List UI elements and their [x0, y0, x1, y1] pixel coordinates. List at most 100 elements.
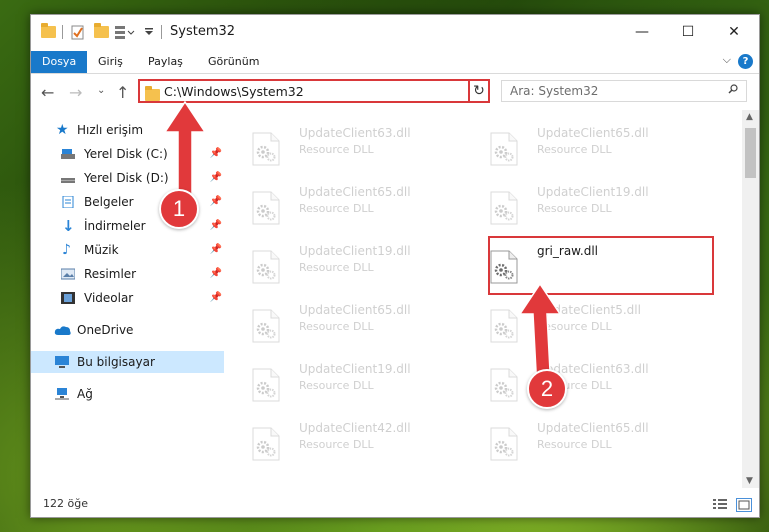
file-description: Resource DLL [299, 438, 374, 451]
network-icon [55, 388, 69, 400]
details-view-icon[interactable] [713, 498, 727, 510]
customize-toolbar-icon[interactable] [114, 24, 136, 40]
star-icon: ★ [56, 122, 69, 138]
pin-icon[interactable]: 📌 [210, 287, 222, 309]
cloud-icon [54, 326, 71, 335]
sidebar-item-network[interactable]: Ağ [31, 383, 224, 405]
sidebar-item-label: OneDrive [77, 323, 134, 337]
file-item[interactable]: UpdateClient65.dll Resource DLL [465, 421, 685, 469]
pin-icon[interactable]: 📌 [210, 215, 222, 237]
file-name: UpdateClient19.dll [299, 362, 411, 376]
file-name: UpdateClient65.dll [299, 185, 411, 199]
file-item[interactable]: UpdateClient65.dll Resource DLL [227, 185, 447, 233]
file-item[interactable]: UpdateClient65.dll Resource DLL [465, 126, 685, 174]
file-name: UpdateClient63.dll [299, 126, 411, 140]
search-input[interactable]: Ara: System32 [501, 80, 747, 102]
dll-file-icon [252, 368, 280, 402]
file-name: UpdateClient65.dll [537, 126, 649, 140]
file-description: Resource DLL [299, 379, 374, 392]
help-icon[interactable]: ? [738, 54, 753, 69]
recent-locations-icon[interactable]: ⌄ [97, 85, 105, 96]
sidebar-item-label: Hızlı erişim [77, 123, 144, 137]
divider [62, 25, 63, 39]
forward-icon[interactable]: → [69, 83, 82, 102]
file-item[interactable]: UpdateClient65.dll Resource DLL [227, 303, 447, 351]
file-item[interactable]: UpdateClient19.dll Resource DLL [465, 185, 685, 233]
music-icon: ♪ [62, 242, 71, 258]
dll-file-icon [252, 132, 280, 166]
vertical-scrollbar[interactable]: ▲ ▼ [742, 110, 759, 488]
sidebar-item-label: Videolar [84, 291, 134, 305]
file-description: Resource DLL [537, 202, 612, 215]
file-description: Resource DLL [537, 143, 612, 156]
tab-share[interactable]: Paylaş [137, 51, 194, 73]
file-name: UpdateClient65.dll [537, 421, 649, 435]
folder-icon [41, 23, 56, 38]
sidebar-item-label: Resimler [84, 267, 137, 281]
file-name: UpdateClient42.dll [299, 421, 411, 435]
file-description: Resource DLL [299, 202, 374, 215]
tiles-view-icon[interactable] [736, 498, 752, 512]
file-item[interactable]: UpdateClient63.dll Resource DLL [465, 362, 685, 410]
file-description: Resource DLL [299, 261, 374, 274]
item-count: 122 öğe [43, 497, 88, 510]
sidebar-item-label: Müzik [84, 243, 119, 257]
scroll-down-icon[interactable]: ▼ [746, 476, 753, 486]
pin-icon[interactable]: 📌 [210, 143, 222, 165]
sidebar-item-label: Yerel Disk (D:) [84, 171, 169, 185]
dropdown-icon[interactable] [144, 27, 154, 43]
window-title: System32 [170, 24, 236, 39]
sidebar-item-label: Yerel Disk (C:) [84, 147, 168, 161]
tab-home[interactable]: Giriş [87, 51, 134, 73]
dll-file-icon [252, 427, 280, 461]
dll-file-icon [252, 191, 280, 225]
documents-icon [62, 196, 74, 208]
address-path[interactable]: C:\Windows\System32 [164, 84, 304, 99]
file-item[interactable]: UpdateClient19.dll Resource DLL [227, 244, 447, 292]
pin-icon[interactable]: 📌 [210, 239, 222, 261]
dll-file-icon [490, 427, 518, 461]
scrollbar-thumb[interactable] [745, 128, 756, 178]
pin-icon[interactable]: 📌 [210, 167, 222, 189]
sidebar-item-onedrive[interactable]: OneDrive [31, 319, 224, 341]
search-placeholder: Ara: System32 [510, 84, 599, 98]
file-item[interactable]: UpdateClient63.dll Resource DLL [227, 126, 447, 174]
chevron-down-icon[interactable]: ⌵ [723, 53, 731, 67]
file-item[interactable]: UpdateClient19.dll Resource DLL [227, 362, 447, 410]
new-folder-icon[interactable] [94, 23, 109, 38]
status-bar: 122 öğe [31, 493, 759, 517]
dll-file-icon [252, 309, 280, 343]
divider [161, 25, 162, 39]
file-name: UpdateClient65.dll [299, 303, 411, 317]
file-list: UpdateClient63.dll Resource DLL UpdateClie… [227, 110, 740, 480]
video-icon [61, 292, 75, 304]
tab-file[interactable]: Dosya [31, 51, 87, 73]
file-explorer-window: System32 — ☐ ✕ Dosya Giriş Paylaş Görünü… [30, 14, 760, 518]
search-icon[interactable] [728, 84, 738, 94]
annotation-step-badge-1: 1 [159, 189, 199, 229]
pin-icon[interactable]: 📌 [210, 263, 222, 285]
properties-icon[interactable] [71, 24, 85, 40]
refresh-button[interactable]: ↻ [468, 79, 490, 103]
title-bar: System32 — ☐ ✕ [31, 15, 759, 49]
tab-view[interactable]: Görünüm [197, 51, 270, 73]
sidebar-item-videos[interactable]: Videolar 📌 [31, 287, 224, 309]
sidebar-item-label: Bu bilgisayar [77, 355, 155, 369]
dll-file-icon [490, 132, 518, 166]
file-item[interactable]: UpdateClient5.dll Resource DLL [465, 303, 685, 351]
pictures-icon [61, 268, 75, 280]
back-icon[interactable]: ← [41, 83, 54, 102]
file-description: Resource DLL [299, 143, 374, 156]
sidebar-item-this-pc[interactable]: Bu bilgisayar [31, 351, 224, 373]
maximize-button[interactable]: ☐ [665, 15, 711, 49]
sidebar-item-pictures[interactable]: Resimler 📌 [31, 263, 224, 285]
minimize-button[interactable]: — [619, 15, 665, 49]
scroll-up-icon[interactable]: ▲ [746, 112, 753, 122]
sidebar-item-music[interactable]: ♪ Müzik 📌 [31, 239, 224, 261]
up-icon[interactable]: ↑ [116, 83, 129, 102]
close-button[interactable]: ✕ [711, 15, 757, 49]
pin-icon[interactable]: 📌 [210, 191, 222, 213]
file-item[interactable]: UpdateClient42.dll Resource DLL [227, 421, 447, 469]
file-description: Resource DLL [537, 438, 612, 451]
file-name: UpdateClient19.dll [299, 244, 411, 258]
